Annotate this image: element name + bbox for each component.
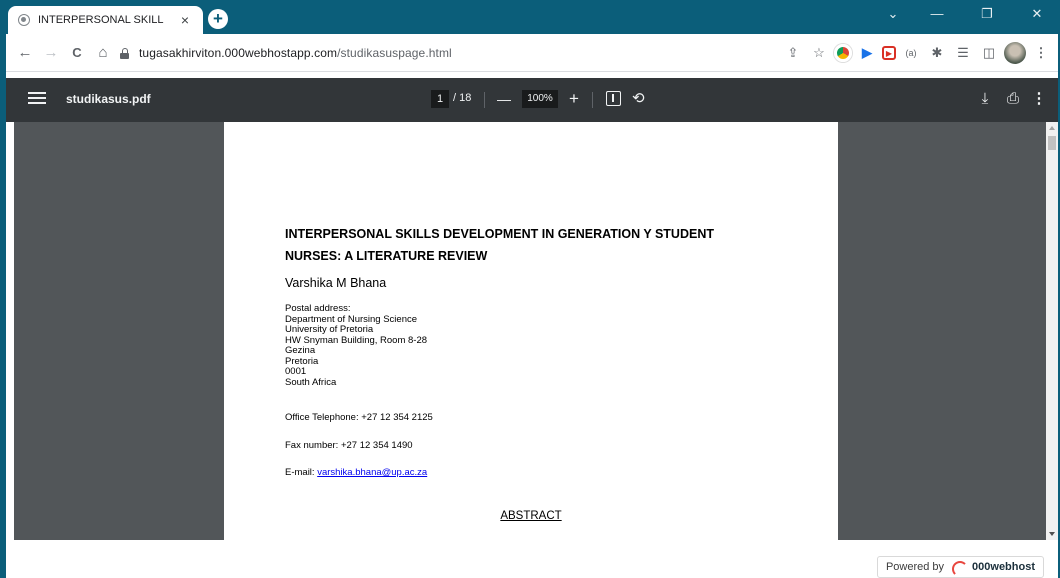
chrome-ext-icon[interactable]	[834, 44, 852, 62]
rotate-icon[interactable]: ⟲	[632, 89, 645, 107]
address-bar[interactable]: tugasakhirviton.000webhostapp.com/studik…	[114, 39, 734, 67]
back-button[interactable]: ←	[12, 40, 38, 66]
browser-toolbar: ← → C ⌂ tugasakhirviton.000webhostapp.co…	[6, 34, 1058, 72]
scroll-down-icon[interactable]	[1049, 532, 1055, 536]
address-line: Postal address:	[285, 303, 351, 314]
abstract-heading: ABSTRACT	[500, 510, 562, 522]
page-total: / 18	[453, 92, 472, 104]
address-line: University of Pretoria	[285, 324, 374, 335]
side-panel-icon[interactable]: ◫	[978, 42, 1000, 64]
scrollbar-thumb[interactable]	[1048, 136, 1056, 150]
avatar[interactable]	[1004, 42, 1026, 64]
email-link[interactable]: varshika.bhana@up.ac.za	[317, 467, 427, 478]
page-number-input[interactable]: 1	[431, 90, 449, 108]
share-icon[interactable]: ⇪	[782, 42, 804, 64]
kebab-menu-icon[interactable]: ⋮	[1030, 42, 1052, 64]
divider	[592, 92, 593, 108]
address-line: 0001	[285, 366, 307, 377]
reload-button[interactable]: C	[64, 40, 90, 66]
url-text[interactable]: tugasakhirviton.000webhostapp.com/studik…	[139, 46, 452, 60]
email-line: E-mail: varshika.bhana@up.ac.za	[285, 467, 427, 478]
home-button[interactable]: ⌂	[90, 40, 116, 66]
document-author: Varshika M Bhana	[285, 276, 387, 290]
vertical-scrollbar[interactable]	[1046, 122, 1058, 540]
postal-address: Postal address: Department of Nursing Sc…	[285, 303, 427, 388]
pdf-more-icon[interactable]: ⋮	[1028, 88, 1050, 110]
address-line: Gezina	[285, 345, 316, 356]
address-line: South Africa	[285, 376, 337, 388]
powered-by-badge[interactable]: Powered by 000webhost	[876, 556, 1044, 578]
close-window-button[interactable]: ✕	[1018, 0, 1056, 30]
toolbar-actions: ⇪ ☆ ▶ ▶ (a) ✱ ☰ ◫ ⋮	[780, 39, 1054, 67]
print-icon[interactable]: ⎙	[1002, 88, 1024, 110]
email-label: E-mail:	[285, 467, 318, 478]
restore-button[interactable]: ❐	[968, 0, 1006, 30]
ext-blue-icon[interactable]: ▶	[856, 42, 878, 64]
tab-interpersonal-skill[interactable]: INTERPERSONAL SKILL ×	[8, 6, 203, 34]
tab-strip: INTERPERSONAL SKILL × + ⌄ — ❐ ✕	[0, 0, 1060, 34]
globe-icon	[18, 14, 30, 26]
bookmark-star-icon[interactable]: ☆	[808, 42, 830, 64]
ext-bracket-icon[interactable]: (a)	[900, 42, 922, 64]
brand-name: 000webhost	[972, 561, 1035, 573]
minimize-button[interactable]: —	[918, 0, 956, 30]
document-title: INTERPERSONAL SKILLS DEVELOPMENT IN GENE…	[285, 223, 765, 267]
zoom-out-button[interactable]: —	[494, 88, 514, 110]
lock-icon[interactable]	[120, 47, 129, 59]
download-icon[interactable]: ⤓	[974, 88, 996, 110]
zoom-in-button[interactable]: +	[564, 88, 584, 110]
office-telephone: Office Telephone: +27 12 354 2125	[285, 412, 433, 423]
pdf-file-name: studikasus.pdf	[66, 92, 151, 106]
fax-number: Fax number: +27 12 354 1490	[285, 440, 413, 451]
hamburger-menu-icon[interactable]	[28, 89, 46, 107]
new-tab-button[interactable]: +	[208, 9, 228, 29]
reading-list-icon[interactable]: ☰	[952, 42, 974, 64]
page-footer: Powered by 000webhost	[6, 540, 1058, 578]
pdf-toolbar: studikasus.pdf 1 / 18 — 100% + ⟲ ⤓ ⎙ ⋮	[6, 78, 1058, 122]
powered-by-label: Powered by	[885, 561, 945, 573]
scroll-up-icon[interactable]	[1049, 126, 1055, 130]
url-path: /studikasuspage.html	[337, 46, 452, 60]
ext-red-icon[interactable]: ▶	[882, 46, 896, 60]
pdf-viewport[interactable]: INTERPERSONAL SKILLS DEVELOPMENT IN GENE…	[14, 122, 1050, 540]
zoom-level-input[interactable]: 100%	[522, 90, 558, 108]
address-line: Pretoria	[285, 355, 319, 367]
document-title-line-2: NURSES: A LITERATURE REVIEW	[285, 249, 488, 263]
divider	[484, 92, 485, 108]
pdf-page: INTERPERSONAL SKILLS DEVELOPMENT IN GENE…	[224, 122, 838, 540]
document-title-line-1: INTERPERSONAL SKILLS DEVELOPMENT IN GENE…	[285, 227, 714, 241]
fit-to-page-icon[interactable]	[606, 91, 621, 106]
puzzle-icon[interactable]: ✱	[926, 42, 948, 64]
000webhost-logo-icon	[950, 560, 969, 577]
tab-close-icon[interactable]: ×	[177, 12, 193, 28]
url-domain: tugasakhirviton.000webhostapp.com	[139, 46, 338, 60]
tab-search-icon[interactable]: ⌄	[874, 0, 912, 30]
tab-title: INTERPERSONAL SKILL	[38, 14, 164, 26]
forward-button[interactable]: →	[38, 40, 64, 66]
